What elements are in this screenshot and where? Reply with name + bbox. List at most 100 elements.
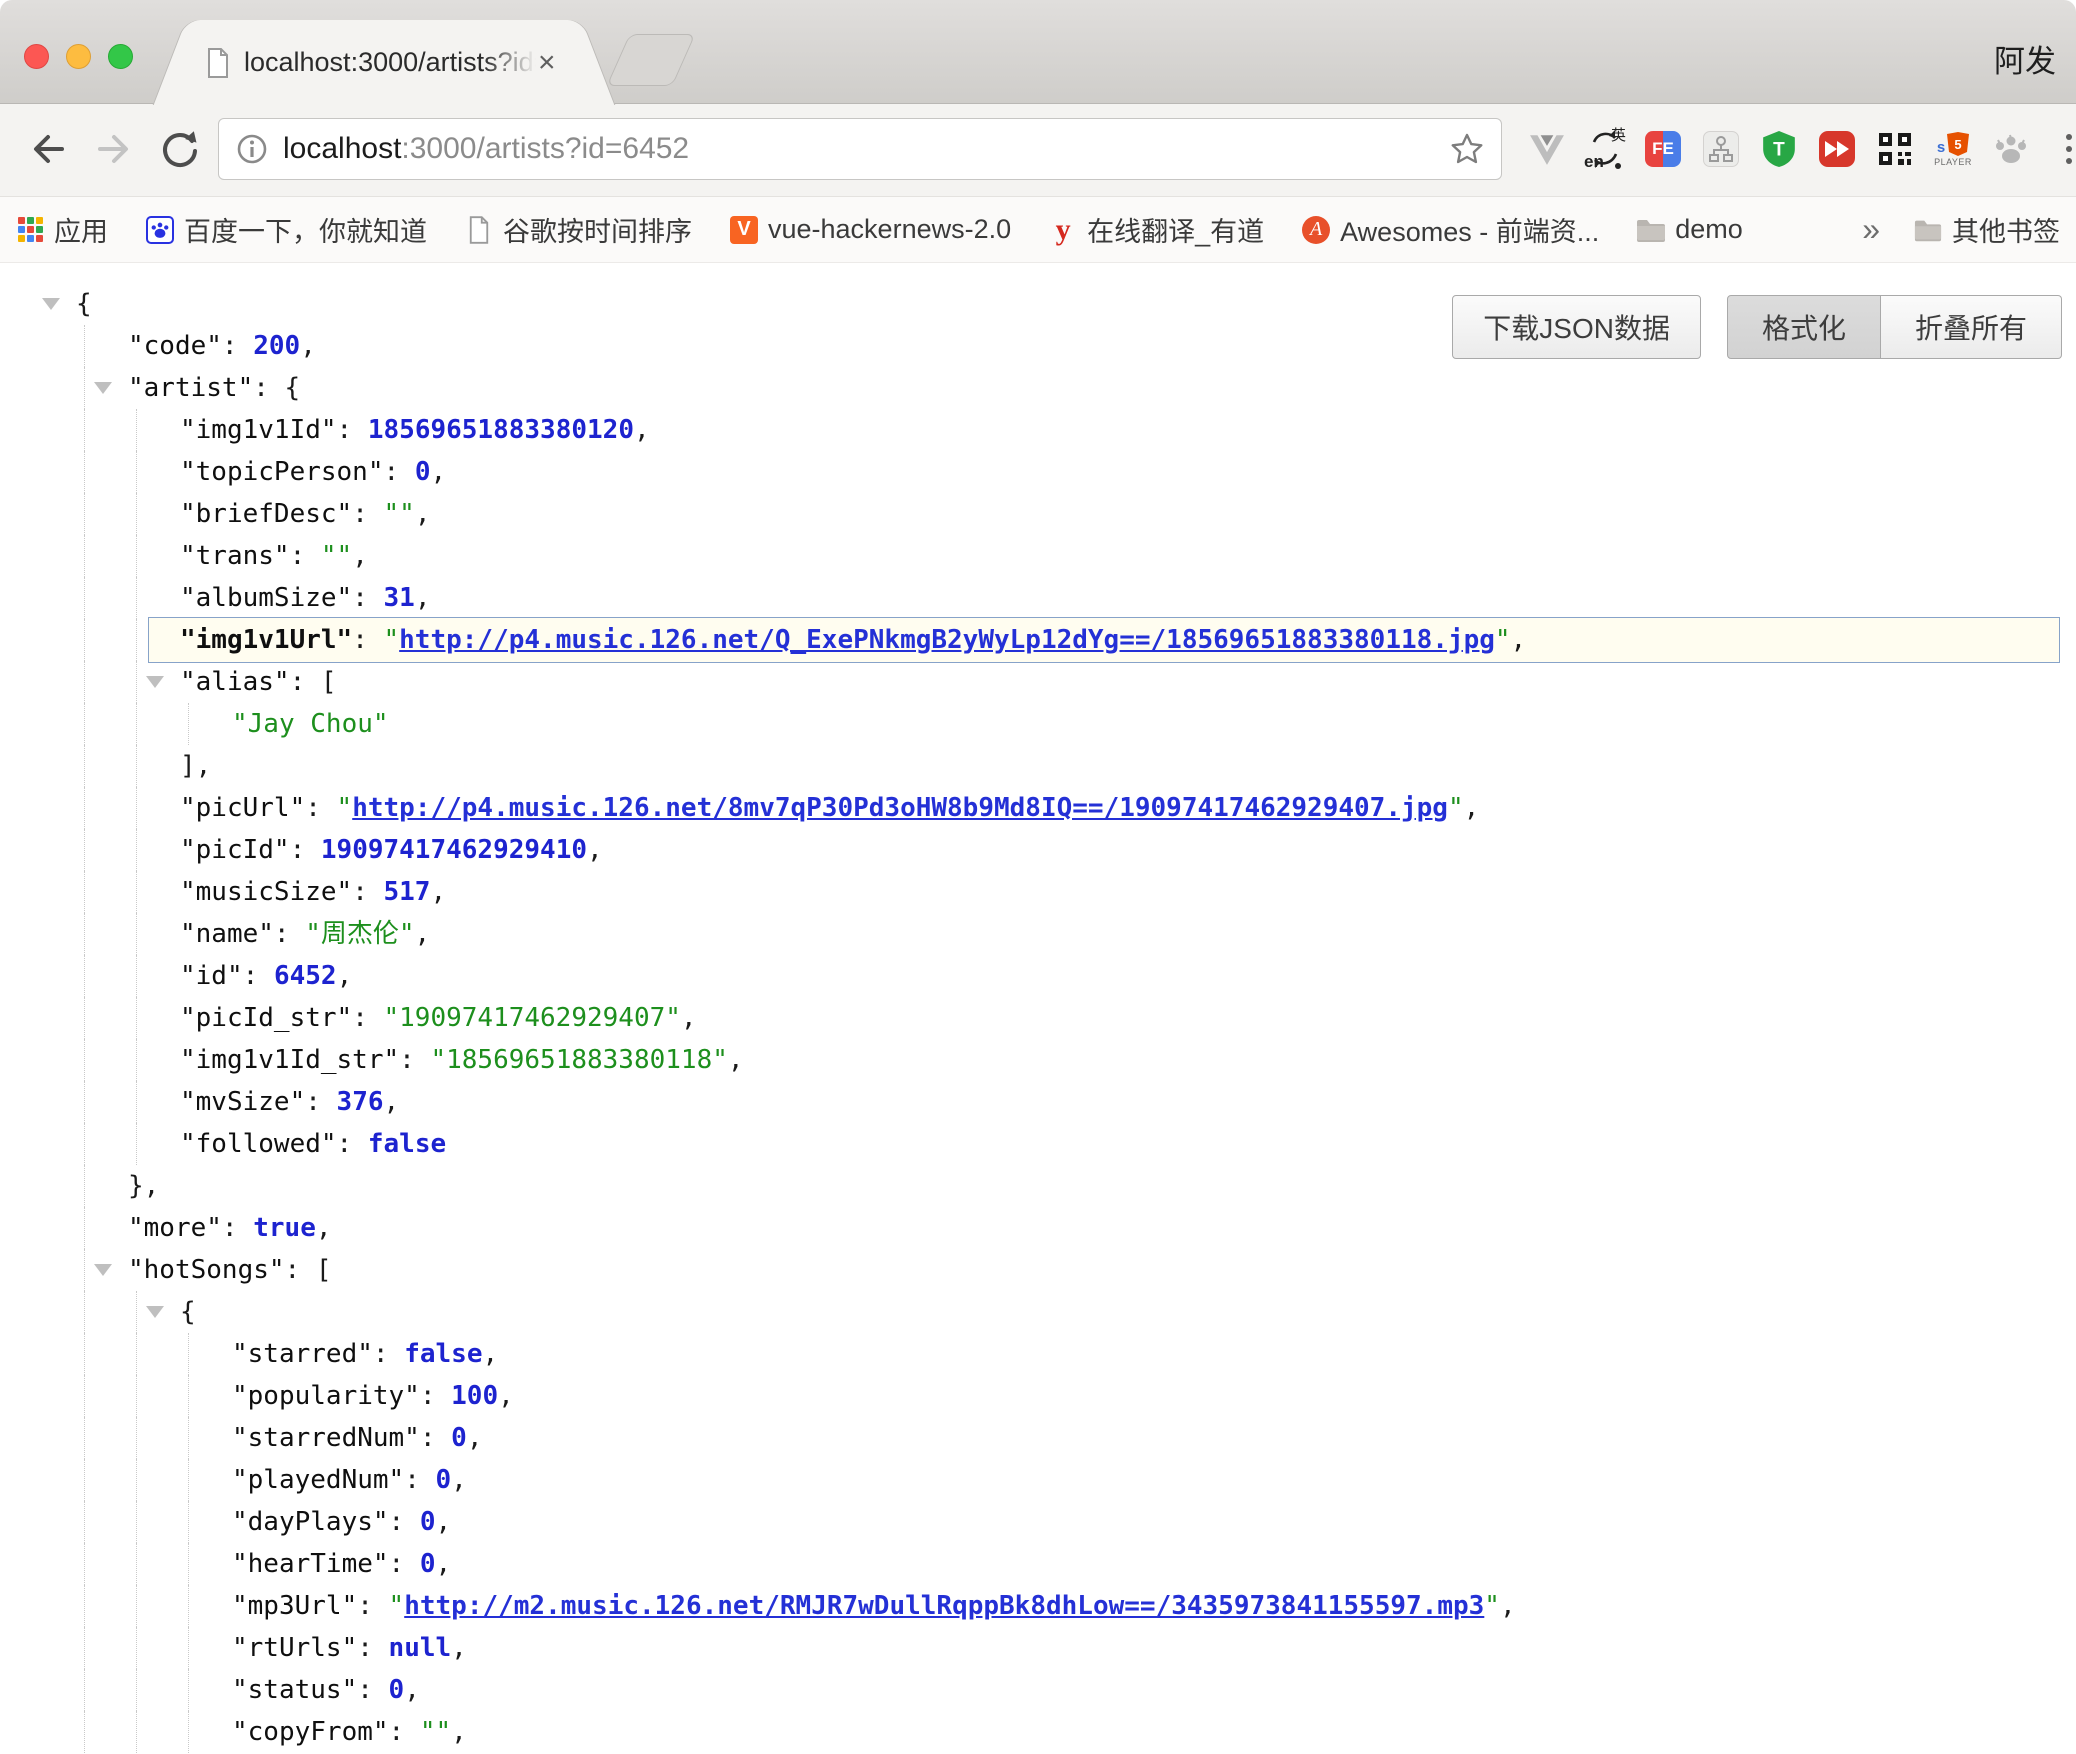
- indent-guide: [188, 1417, 189, 1459]
- json-token: 0: [436, 1465, 452, 1495]
- indent-guide: [84, 1585, 85, 1627]
- json-token: :: [373, 1339, 404, 1369]
- paw-extension-icon[interactable]: [1992, 128, 2030, 170]
- json-link[interactable]: http://p4.music.126.net/8mv7qP30Pd3oHW8b…: [352, 793, 1448, 823]
- bookmark-star-icon[interactable]: [1449, 131, 1485, 167]
- collapse-arrow-icon[interactable]: [146, 676, 164, 688]
- sitemap-extension-icon[interactable]: [1702, 128, 1740, 170]
- indent-guide: [84, 955, 85, 997]
- translate-extension-icon[interactable]: 英 en: [1586, 128, 1624, 170]
- json-token: "mp3Url": [232, 1591, 357, 1621]
- json-token: "name": [180, 919, 274, 949]
- url-path: :3000/artists?id=6452: [401, 132, 689, 165]
- bookmark-item[interactable]: 谷歌按时间排序: [465, 210, 692, 249]
- bookmark-item[interactable]: Vvue-hackernews-2.0: [730, 214, 1011, 245]
- json-link[interactable]: http://m2.music.126.net/RMJR7wDullRqppBk…: [404, 1591, 1484, 1621]
- extensions-row: 英 en FE T s: [1528, 128, 2076, 170]
- collapse-arrow-icon[interactable]: [94, 1264, 112, 1276]
- profile-name[interactable]: 阿发: [1994, 36, 2056, 81]
- fe-extension-icon[interactable]: FE: [1644, 128, 1682, 170]
- bookmark-item[interactable]: y在线翻译_有道: [1049, 210, 1264, 249]
- indent-guide: [84, 787, 85, 829]
- json-line: "name": "周杰伦",: [0, 913, 2076, 955]
- indent-guide: [188, 1711, 189, 1753]
- url-host: localhost: [283, 132, 401, 165]
- json-token: false: [368, 1129, 446, 1159]
- json-token: :: [357, 1633, 388, 1663]
- address-bar[interactable]: localhost:3000/artists?id=6452: [218, 118, 1502, 180]
- indent-guide: [84, 1417, 85, 1459]
- json-token: [: [316, 1255, 332, 1285]
- bookmark-item[interactable]: 应用: [16, 210, 108, 249]
- json-token: "picUrl": [180, 793, 305, 823]
- tampermonkey-shield-icon[interactable]: T: [1760, 128, 1798, 170]
- bookmark-item[interactable]: AAwesomes - 前端资...: [1302, 210, 1599, 249]
- collapse-arrow-icon[interactable]: [94, 382, 112, 394]
- json-token: :: [404, 1465, 435, 1495]
- reload-button[interactable]: [158, 127, 202, 171]
- indent-guide: [84, 913, 85, 955]
- url-text[interactable]: localhost:3000/artists?id=6452: [283, 132, 1449, 166]
- json-token: :: [253, 373, 284, 403]
- json-token: :: [357, 1591, 388, 1621]
- awesomes-icon: A: [1302, 216, 1330, 244]
- indent-guide: [84, 1039, 85, 1081]
- json-token: "hotSongs": [128, 1255, 285, 1285]
- page-info-icon[interactable]: [235, 132, 269, 166]
- indent-guide: [84, 703, 85, 745]
- json-token: 0: [420, 1507, 436, 1537]
- json-token: :: [222, 1213, 253, 1243]
- page-icon: [465, 216, 493, 244]
- indent-guide: [136, 409, 137, 451]
- minimize-window-button[interactable]: [66, 44, 91, 69]
- vue-devtools-icon[interactable]: [1528, 128, 1566, 170]
- indent-guide: [84, 1249, 85, 1291]
- json-token: ,: [430, 457, 446, 487]
- json-token: 0: [415, 457, 431, 487]
- html5-player-extension-icon[interactable]: s 5 PLAYER: [1934, 128, 1972, 170]
- collapse-arrow-icon[interactable]: [42, 298, 60, 310]
- fast-forward-extension-icon[interactable]: [1818, 128, 1856, 170]
- json-token: "rtUrls": [232, 1633, 357, 1663]
- close-window-button[interactable]: [24, 44, 49, 69]
- json-token: ,: [451, 1633, 467, 1663]
- json-token: 6452: [274, 961, 337, 991]
- active-tab[interactable]: localhost:3000/artists?id=645 ×: [200, 20, 568, 105]
- other-bookmarks-folder[interactable]: 其他书签: [1914, 210, 2060, 249]
- forward-button[interactable]: [92, 127, 136, 171]
- qr-code-extension-icon[interactable]: [1876, 128, 1914, 170]
- collapse-arrow-icon[interactable]: [146, 1306, 164, 1318]
- json-token: :: [399, 1045, 430, 1075]
- fullscreen-window-button[interactable]: [108, 44, 133, 69]
- bookmarks-right: » 其他书签: [1862, 210, 2060, 249]
- tab-close-icon[interactable]: ×: [538, 48, 556, 78]
- indent-guide: [84, 1081, 85, 1123]
- indent-guide: [136, 1627, 137, 1669]
- bookmarks-overflow-chevron[interactable]: »: [1862, 211, 1880, 248]
- json-line: "mvSize": 376,: [0, 1081, 2076, 1123]
- json-token: {: [285, 373, 301, 403]
- json-token: :: [420, 1381, 451, 1411]
- back-button[interactable]: [26, 127, 70, 171]
- json-line: "picId": 19097417462929410,: [0, 829, 2076, 871]
- json-token: "hearTime": [232, 1549, 389, 1579]
- json-token: ,: [728, 1045, 744, 1075]
- browser-menu-icon[interactable]: [2050, 128, 2076, 170]
- bookmark-item[interactable]: demo: [1637, 214, 1743, 245]
- bookmark-item[interactable]: 百度一下，你就知道: [146, 210, 427, 249]
- json-token: "Jay Chou": [232, 709, 389, 739]
- indent-guide: [84, 409, 85, 451]
- json-link[interactable]: http://p4.music.126.net/Q_ExePNkmgB2yWyL…: [399, 625, 1495, 655]
- json-token: "": [384, 499, 415, 529]
- indent-guide: [136, 829, 137, 871]
- bookmarks-bar: 应用百度一下，你就知道谷歌按时间排序 Vvue-hackernews-2.0 y在线…: [0, 197, 2076, 263]
- new-tab-button[interactable]: [606, 34, 695, 86]
- json-token: ,: [430, 877, 446, 907]
- tab-title: localhost:3000/artists?id=645: [244, 47, 536, 78]
- folder-icon: [1914, 216, 1942, 244]
- json-token: :: [305, 1087, 336, 1117]
- json-line: {: [0, 1291, 2076, 1333]
- json-token: "topicPerson": [180, 457, 384, 487]
- indent-guide: [136, 1417, 137, 1459]
- json-token: "albumSize": [180, 583, 352, 613]
